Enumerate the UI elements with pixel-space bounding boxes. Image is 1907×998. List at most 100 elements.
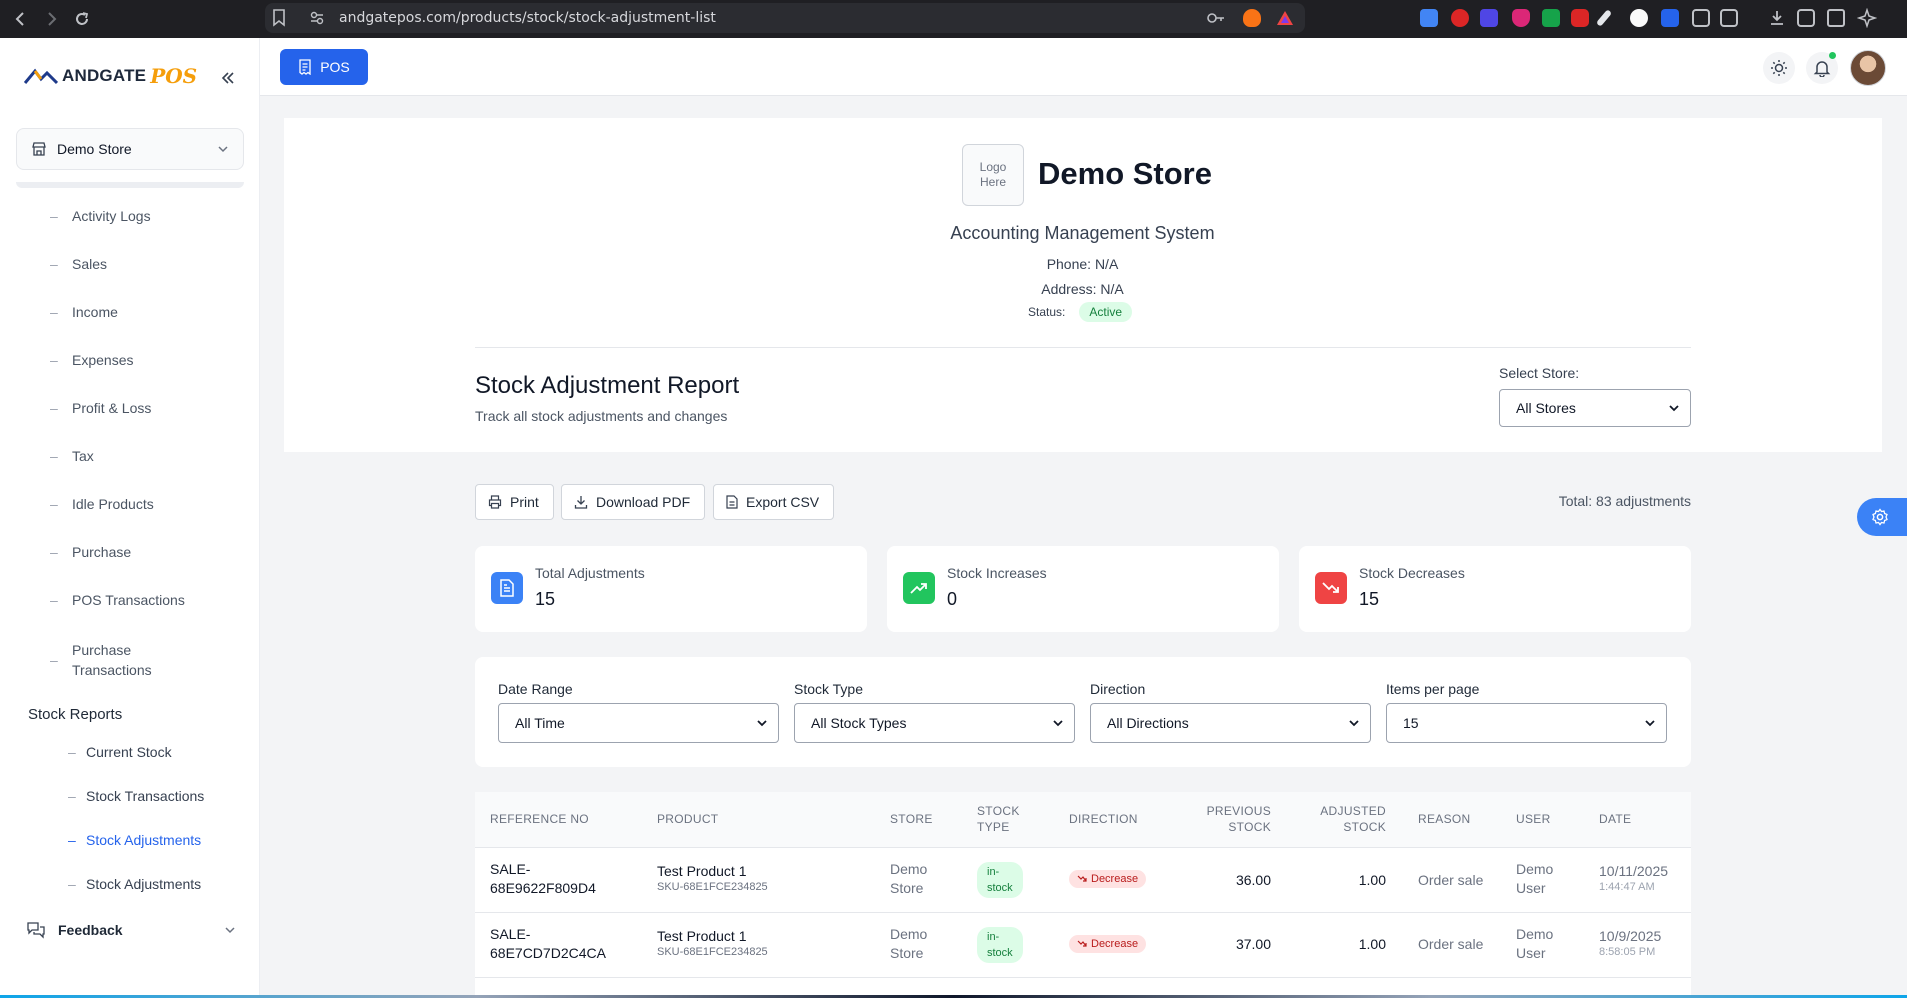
store-selector[interactable]: Demo Store (16, 128, 244, 170)
record-extension-icon[interactable] (1451, 9, 1469, 27)
avatar[interactable] (1850, 50, 1886, 86)
column-header-previous-stock[interactable]: PREVIOUS STOCK (1171, 803, 1271, 835)
store-selector-label: Demo Store (57, 141, 132, 157)
brave-shield-icon[interactable] (1243, 9, 1261, 27)
sidebar-item-stock-transactions[interactable]: – Stock Transactions (68, 788, 258, 804)
store-address: Address: N/A (1041, 281, 1124, 297)
direction-badge: Decrease (1069, 935, 1147, 953)
product-name: Test Product 1 (657, 863, 747, 879)
stat-value: 15 (1359, 589, 1380, 609)
direction-badge: Decrease (1069, 870, 1147, 888)
sidebar-item-label: Purchase Transactions (72, 642, 152, 678)
screenshot-extension-icon[interactable] (1720, 9, 1738, 27)
sidebar-item-feedback[interactable]: Feedback (26, 920, 236, 940)
sidebar-item-expenses[interactable]: – Expenses (50, 352, 250, 368)
ublock-extension-icon[interactable] (1512, 9, 1530, 27)
page-description: Track all stock adjustments and changes (475, 408, 728, 424)
collapse-sidebar-icon[interactable] (218, 68, 238, 88)
stat-value: 15 (535, 589, 556, 609)
logo-accent: POS (150, 64, 198, 88)
wallet-icon[interactable] (1827, 9, 1845, 27)
sidebar-item-profit-loss[interactable]: – Profit & Loss (50, 400, 250, 416)
page-title: Stock Adjustment Report (475, 372, 740, 399)
store-line: Store (890, 880, 924, 896)
sidebar-scroll-edge (16, 182, 244, 188)
previous-stock: 36.00 (1235, 872, 1271, 888)
receipt-icon (299, 59, 311, 75)
sidebar-item-idle-products[interactable]: – Idle Products (50, 496, 250, 512)
export-csv-button[interactable]: Export CSV (713, 484, 834, 520)
column-header-date[interactable]: DATE (1599, 811, 1631, 827)
printer-icon (488, 495, 502, 509)
reload-icon[interactable] (71, 8, 93, 30)
document-icon (491, 572, 523, 604)
column-header-store[interactable]: STORE (890, 811, 933, 827)
app-logo[interactable]: ANDGATE POS (24, 64, 197, 88)
sidebar-item-stock-adjustments[interactable]: – Stock Adjustments (68, 832, 258, 848)
store-filter-select[interactable]: All Stores (1499, 389, 1691, 427)
translate-extension-icon[interactable] (1420, 9, 1438, 27)
stock-type-select[interactable]: All Stock Types (794, 703, 1075, 743)
header-line: TYPE (977, 820, 1010, 834)
forward-icon[interactable] (40, 8, 62, 30)
reason: Order sale (1418, 936, 1484, 952)
extension-badge-icon[interactable] (1480, 9, 1498, 27)
column-header-reference[interactable]: REFERENCE NO (490, 811, 589, 827)
store-cell: Demo Store (890, 925, 927, 963)
leo-ai-icon[interactable] (1857, 8, 1877, 28)
product-sku: SKU-68E1FCE234825 (657, 946, 768, 958)
adjusted-stock: 1.00 (1358, 936, 1386, 952)
store-icon (32, 142, 46, 156)
chevron-down-icon (1053, 720, 1063, 727)
sidebar-item-purchase-transactions[interactable]: – Purchase Transactions (50, 640, 250, 680)
divider (475, 347, 1691, 348)
badge-line: stock (987, 882, 1013, 894)
sidebar-toggle-icon[interactable] (1797, 9, 1815, 27)
store-title: Demo Store (1038, 156, 1212, 191)
header-line: PREVIOUS (1206, 804, 1271, 818)
sidebar-item-current-stock[interactable]: – Current Stock (68, 744, 258, 760)
sidebar-item-stock-adjustments-2[interactable]: – Stock Adjustments (68, 876, 258, 892)
sidebar-item-income[interactable]: – Income (50, 304, 250, 320)
sidebar-item-purchase[interactable]: – Purchase (50, 544, 250, 560)
download-icon[interactable] (1768, 9, 1786, 27)
sidebar-item-tax[interactable]: – Tax (50, 448, 250, 464)
circle-extension-icon[interactable] (1630, 9, 1648, 27)
direction-select[interactable]: All Directions (1090, 703, 1371, 743)
pos-button[interactable]: POS (280, 49, 368, 85)
column-header-direction[interactable]: DIRECTION (1069, 811, 1138, 827)
sidebar-section-stock-reports[interactable]: Stock Reports (28, 706, 122, 723)
store-phone: Phone: N/A (1046, 256, 1119, 272)
youtube-extension-icon[interactable] (1571, 9, 1589, 27)
date-range-select[interactable]: All Time (498, 703, 779, 743)
sheets-extension-icon[interactable] (1542, 9, 1560, 27)
select-value: All Time (515, 715, 565, 731)
print-button[interactable]: Print (475, 484, 554, 520)
back-icon[interactable] (10, 8, 32, 30)
product-name: Test Product 1 (657, 928, 747, 944)
column-header-reason[interactable]: REASON (1418, 811, 1470, 827)
filter-label-date-range: Date Range (498, 681, 573, 697)
column-header-product[interactable]: PRODUCT (657, 811, 718, 827)
brave-rewards-icon[interactable] (1276, 10, 1294, 26)
site-info-icon[interactable] (310, 11, 324, 25)
store-line: Demo (890, 926, 928, 942)
column-header-adjusted-stock[interactable]: ADJUSTED STOCK (1286, 803, 1386, 835)
extensions-puzzle-icon[interactable] (1692, 9, 1710, 27)
download-pdf-button[interactable]: Download PDF (561, 484, 705, 520)
chat-bubble-icon (27, 922, 45, 939)
row-divider (475, 977, 1691, 978)
reference-no: SALE- 68E9622F809D4 (490, 860, 596, 898)
settings-fab-icon[interactable] (1857, 498, 1907, 536)
sidebar-item-activity-logs[interactable]: – Activity Logs (50, 208, 250, 224)
bookmark-icon[interactable] (272, 9, 286, 27)
sidebar-item-pos-transactions[interactable]: – POS Transactions (50, 592, 250, 608)
time: 8:58:05 PM (1599, 946, 1656, 958)
filter-label-direction: Direction (1090, 681, 1146, 697)
column-header-user[interactable]: USER (1516, 811, 1551, 827)
column-header-stock-type[interactable]: STOCK TYPE (977, 803, 1020, 835)
theme-toggle-icon[interactable] (1763, 52, 1795, 84)
chat-extension-icon[interactable] (1661, 9, 1679, 27)
items-per-page-select[interactable]: 15 (1386, 703, 1667, 743)
key-icon[interactable] (1207, 12, 1225, 24)
